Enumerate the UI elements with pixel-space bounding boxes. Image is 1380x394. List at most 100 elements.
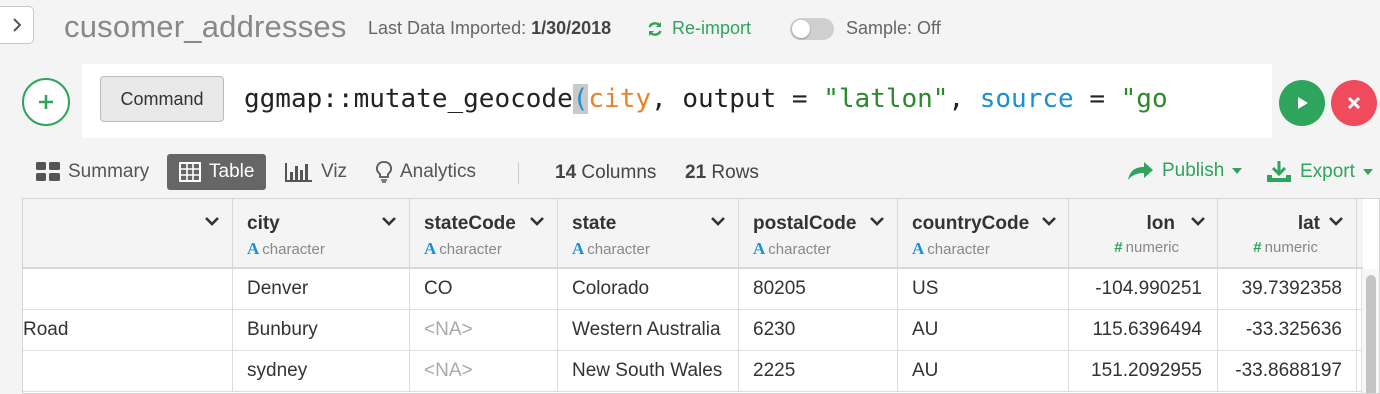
- character-type-icon: A: [572, 239, 585, 258]
- tab-table-label: Table: [209, 161, 255, 182]
- column-type: # numeric: [1114, 239, 1179, 256]
- columns-label: Columns: [581, 162, 657, 183]
- table-cell[interactable]: -33.8688197: [1218, 351, 1357, 392]
- publish-label: Publish: [1162, 160, 1225, 181]
- column-type-label: numeric: [1125, 239, 1179, 256]
- chevron-right-icon: [12, 18, 21, 32]
- table-icon: [179, 162, 201, 182]
- table-cell[interactable]: Denver: [233, 269, 410, 310]
- bar-chart-icon: [285, 163, 312, 182]
- character-type-icon: A: [247, 239, 260, 258]
- column-header-state[interactable]: state Acharacter: [558, 199, 739, 269]
- column-header-city[interactable]: city Acharacter: [233, 199, 410, 269]
- command-string: "latlon": [823, 84, 949, 114]
- command-sep: =: [1073, 84, 1121, 114]
- table-cell[interactable]: Western Australia: [558, 310, 739, 351]
- column-header[interactable]: [23, 199, 233, 269]
- column-name: lat: [1297, 213, 1320, 234]
- table-row[interactable]: sydney <NA> New South Wales 2225 AU 151.…: [23, 351, 1363, 392]
- sample-toggle[interactable]: [790, 18, 834, 40]
- table-cell[interactable]: [23, 351, 233, 392]
- cancel-button[interactable]: [1331, 80, 1377, 126]
- publish-button[interactable]: Publish: [1126, 160, 1243, 182]
- numeric-type-icon: #: [1114, 239, 1123, 256]
- command-string: "go: [1120, 84, 1168, 114]
- table-cell-na[interactable]: <NA>: [410, 310, 558, 351]
- column-header-lat[interactable]: lat # numeric: [1218, 199, 1357, 269]
- last-import-info: Last Data Imported: 1/30/2018: [368, 18, 611, 39]
- table-cell[interactable]: 2225: [739, 351, 898, 392]
- column-type-label: numeric: [1264, 239, 1318, 256]
- command-editor[interactable]: Command ggmap::mutate_geocode(city, outp…: [82, 64, 1272, 138]
- table-cell-na[interactable]: <NA>: [410, 351, 558, 392]
- table-cell[interactable]: CO: [410, 269, 558, 310]
- chevron-down-icon[interactable]: [1191, 217, 1205, 227]
- dataset-title: cusomer_addresses: [64, 9, 347, 44]
- chevron-down-icon[interactable]: [870, 217, 884, 227]
- scrollbar-thumb[interactable]: [1366, 275, 1376, 393]
- table-cell[interactable]: Bunbury: [233, 310, 410, 351]
- table-cell[interactable]: New South Wales: [558, 351, 739, 392]
- vertical-scrollbar[interactable]: [1361, 269, 1379, 393]
- column-type-label: character: [927, 240, 990, 258]
- chevron-down-icon[interactable]: [382, 217, 396, 227]
- column-name: countryCode: [912, 213, 1030, 234]
- data-table[interactable]: city Acharacter stateCode Acharacter sta…: [22, 198, 1380, 394]
- sample-label: Sample: Off: [846, 18, 941, 38]
- command-paren: (: [572, 84, 589, 114]
- chevron-down-icon[interactable]: [1329, 217, 1343, 227]
- plus-icon: [39, 95, 53, 109]
- tab-table[interactable]: Table: [167, 154, 267, 190]
- column-type-label: character: [768, 240, 831, 258]
- table-cell[interactable]: Road: [23, 310, 233, 351]
- column-name: state: [572, 213, 617, 234]
- chevron-down-icon[interactable]: [711, 217, 725, 227]
- table-header: city Acharacter stateCode Acharacter sta…: [23, 199, 1363, 269]
- command-type-button[interactable]: Command: [100, 76, 224, 122]
- chevron-down-icon[interactable]: [205, 217, 219, 227]
- chevron-down-icon[interactable]: [530, 217, 544, 227]
- table-cell[interactable]: 115.6396494: [1069, 310, 1218, 351]
- column-type: # numeric: [1253, 239, 1318, 256]
- table-cell[interactable]: [23, 269, 233, 310]
- tab-analytics[interactable]: Analytics: [376, 154, 476, 190]
- reimport-button[interactable]: Re-import: [646, 18, 751, 39]
- table-cell[interactable]: 39.7392358: [1218, 269, 1357, 310]
- table-cell[interactable]: 151.2092955: [1069, 351, 1218, 392]
- sidebar-toggle-button[interactable]: [0, 6, 34, 44]
- reimport-label: Re-import: [672, 18, 752, 38]
- tab-viz[interactable]: Viz: [285, 154, 347, 190]
- table-cell[interactable]: AU: [898, 310, 1069, 351]
- column-header-lon[interactable]: lon # numeric: [1069, 199, 1218, 269]
- table-cell[interactable]: AU: [898, 351, 1069, 392]
- add-step-button[interactable]: [22, 78, 70, 126]
- column-header-postalcode[interactable]: postalCode Acharacter: [739, 199, 898, 269]
- column-name: city: [247, 213, 280, 234]
- command-arg: city: [588, 84, 652, 114]
- command-keyword: source: [979, 84, 1074, 114]
- table-cell[interactable]: 6230: [739, 310, 898, 351]
- table-cell[interactable]: sydney: [233, 351, 410, 392]
- command-function: ggmap::mutate_geocode: [244, 84, 573, 114]
- numeric-type-icon: #: [1253, 239, 1262, 256]
- chevron-down-icon[interactable]: [1042, 217, 1056, 227]
- export-button[interactable]: Export: [1266, 160, 1373, 184]
- table-row[interactable]: Road Bunbury <NA> Western Australia 6230…: [23, 310, 1363, 351]
- refresh-icon: [648, 21, 662, 36]
- column-type-label: character: [262, 240, 325, 258]
- table-cell[interactable]: US: [898, 269, 1069, 310]
- table-cell[interactable]: 80205: [739, 269, 898, 310]
- command-text[interactable]: ggmap::mutate_geocode(city, output = "la…: [244, 82, 1249, 116]
- rows-count: 21 Rows: [685, 162, 759, 184]
- tab-summary[interactable]: Summary: [36, 154, 149, 190]
- column-type: Acharacter: [753, 239, 831, 259]
- column-header-statecode[interactable]: stateCode Acharacter: [410, 199, 558, 269]
- column-header-countrycode[interactable]: countryCode Acharacter: [898, 199, 1069, 269]
- command-sep: ,: [948, 84, 980, 114]
- table-row[interactable]: Denver CO Colorado 80205 US -104.990251 …: [23, 269, 1363, 310]
- table-cell[interactable]: -33.325636: [1218, 310, 1357, 351]
- table-cell[interactable]: Colorado: [558, 269, 739, 310]
- table-cell[interactable]: -104.990251: [1069, 269, 1218, 310]
- run-button[interactable]: [1279, 80, 1325, 126]
- column-type-label: character: [587, 240, 650, 258]
